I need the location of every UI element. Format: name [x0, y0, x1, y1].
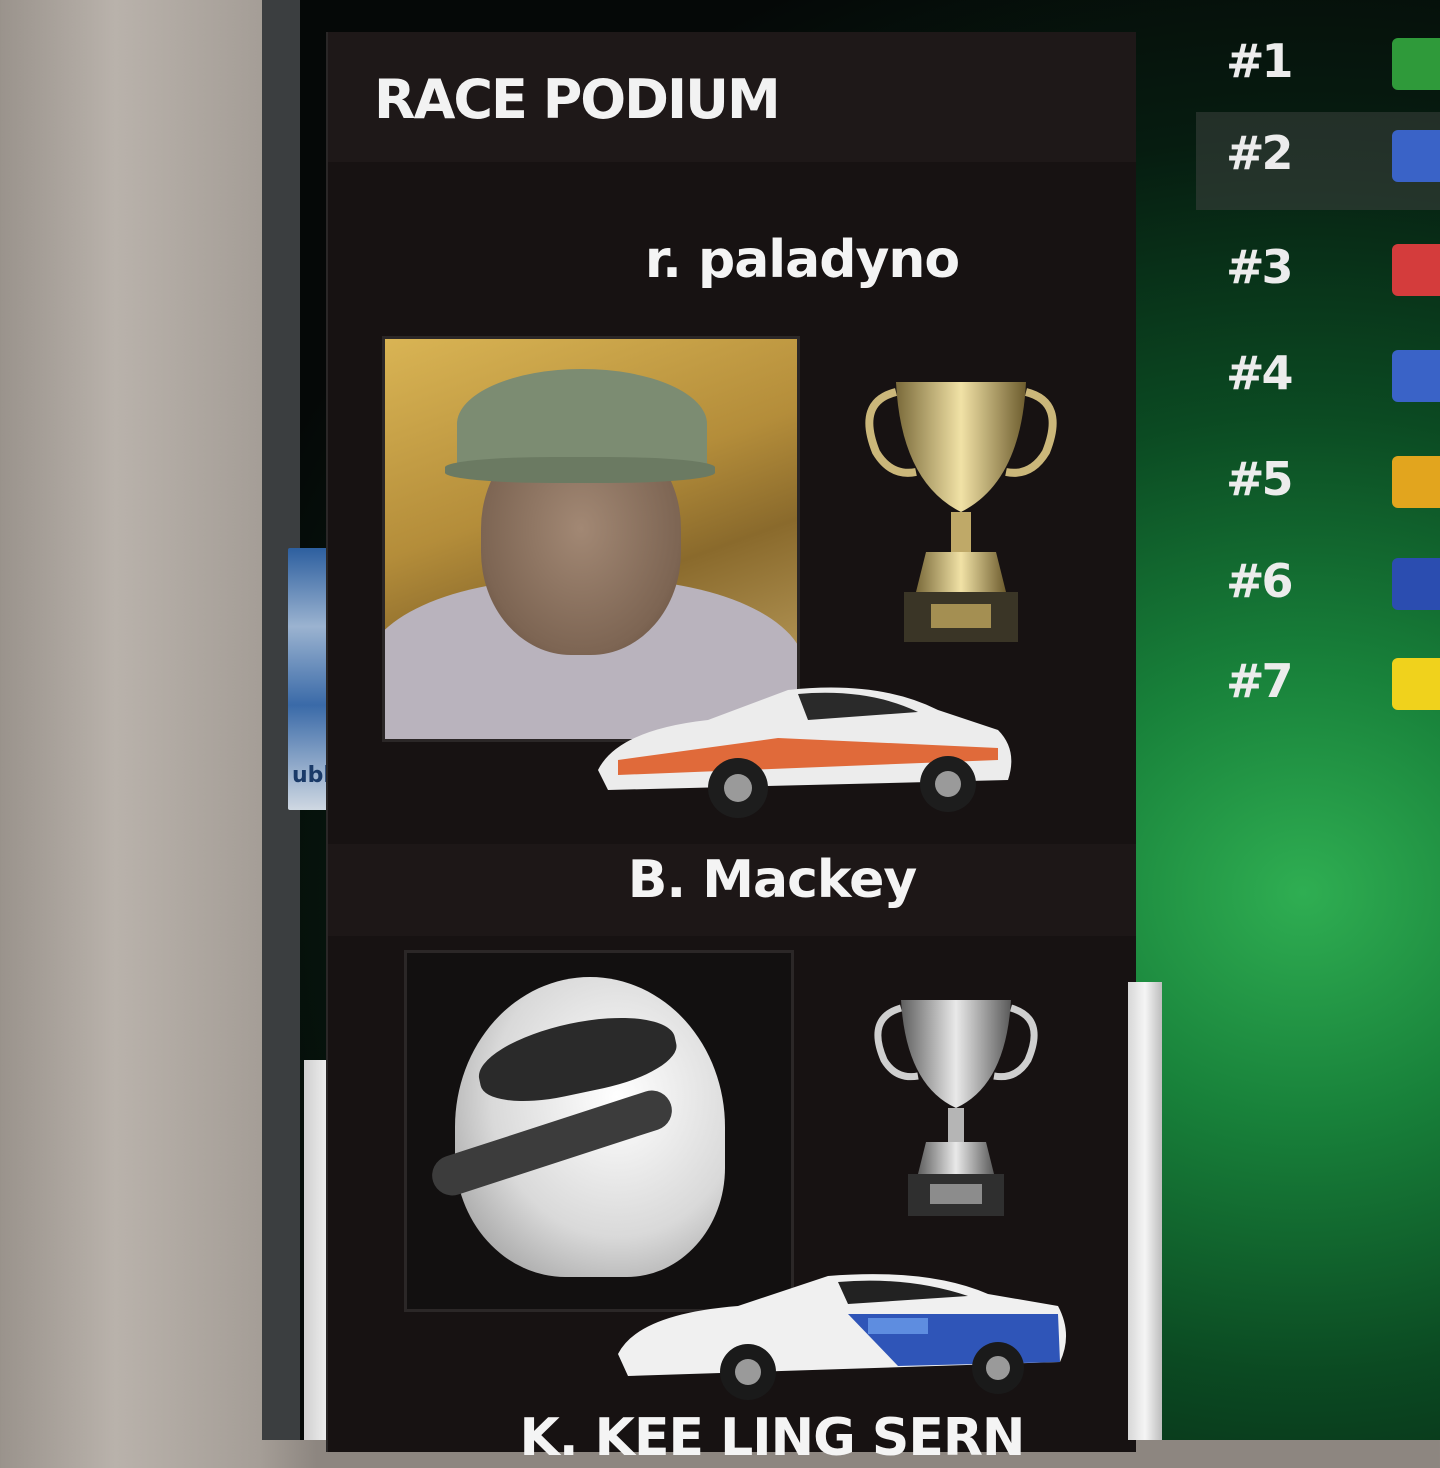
country-flag-icon	[1392, 350, 1440, 402]
country-flag-icon	[1392, 658, 1440, 710]
panel-scrollbar[interactable]	[1128, 982, 1162, 1440]
standings-list: #1 #2 #3 #4 #5 #6 #7	[1196, 20, 1440, 720]
photo-cap-visor	[445, 457, 715, 483]
driver-name-second[interactable]: B. Mackey	[328, 850, 1136, 910]
country-flag-icon	[1392, 130, 1440, 182]
country-flag-icon	[1392, 38, 1440, 90]
gold-trophy-icon	[856, 372, 1066, 652]
race-car-first	[578, 660, 1028, 830]
position-label: #5	[1226, 452, 1294, 506]
standing-row[interactable]: #5	[1196, 438, 1440, 536]
position-label: #4	[1226, 346, 1294, 400]
driver-name-third[interactable]: K. KEE LING SERN	[328, 1408, 1136, 1468]
race-podium-panel: RACE PODIUM r. paladyno B. Mackey K. KEE…	[326, 32, 1136, 1468]
position-label: #2	[1226, 126, 1294, 180]
position-label: #3	[1226, 240, 1294, 294]
standing-row[interactable]: #6	[1196, 540, 1440, 638]
driver-name-first[interactable]: r. paladyno	[328, 230, 1136, 290]
country-flag-icon	[1392, 244, 1440, 296]
podium-title: RACE PODIUM	[374, 68, 781, 131]
standing-row[interactable]: #2	[1196, 112, 1440, 210]
race-car-second	[598, 1254, 1078, 1404]
position-label: #6	[1226, 554, 1294, 608]
country-flag-icon	[1392, 558, 1440, 610]
standing-row[interactable]: #1	[1196, 20, 1440, 118]
standing-row[interactable]: #4	[1196, 332, 1440, 430]
silver-trophy-icon	[866, 990, 1046, 1220]
standing-row[interactable]: #3	[1196, 226, 1440, 324]
standing-row[interactable]: #7	[1196, 640, 1440, 738]
country-flag-icon	[1392, 456, 1440, 508]
position-label: #7	[1226, 654, 1294, 708]
position-label: #1	[1226, 34, 1294, 88]
